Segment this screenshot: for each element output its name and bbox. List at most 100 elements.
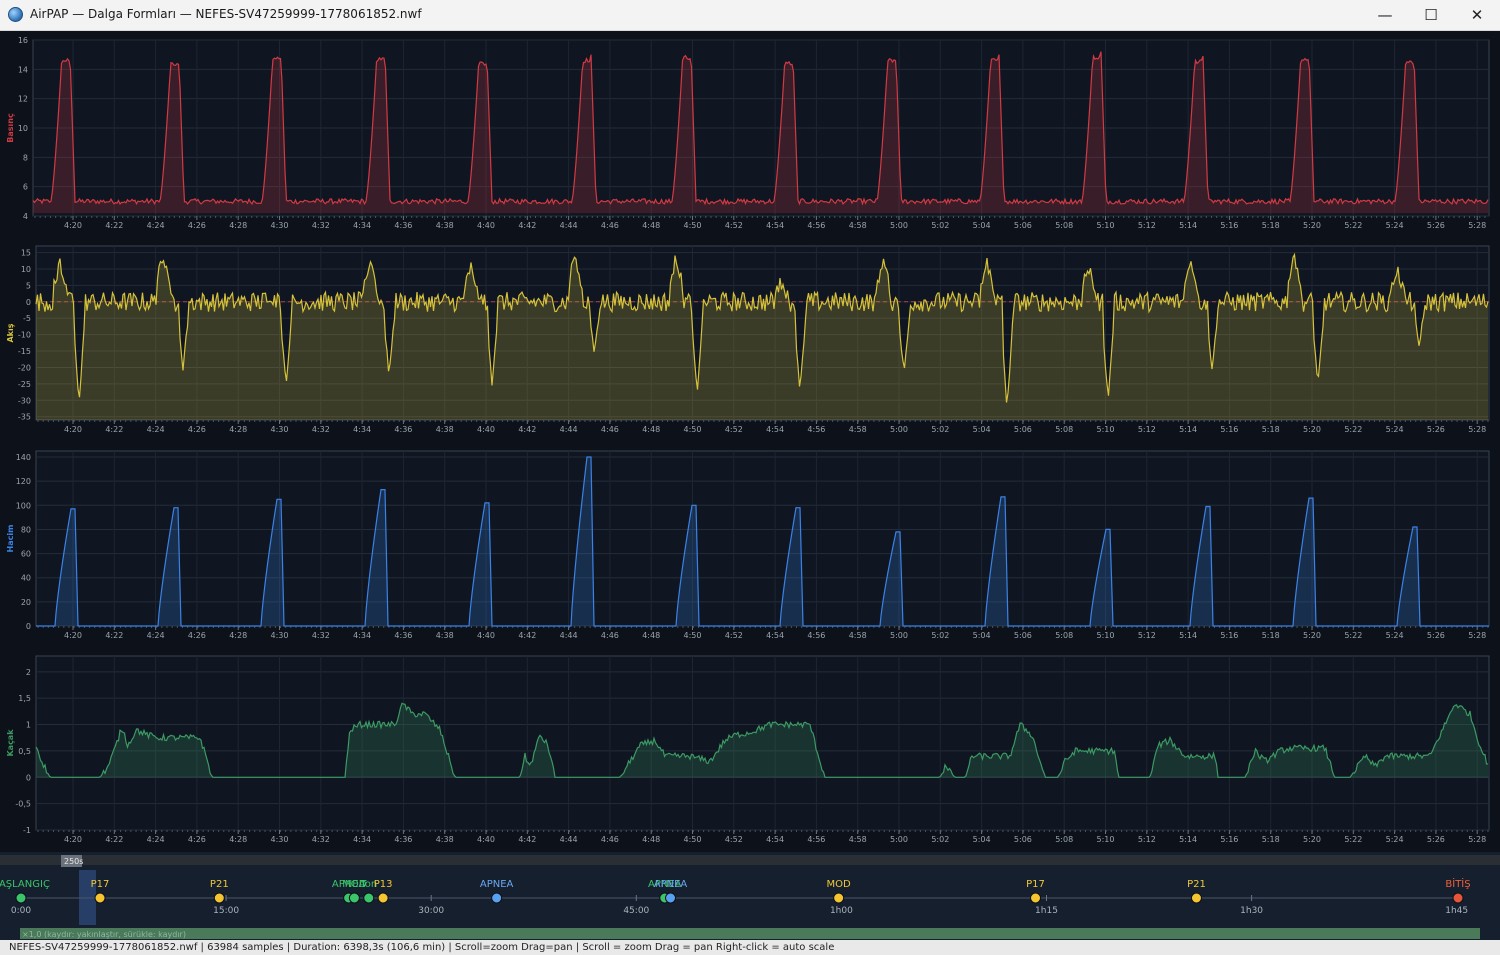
pressure-xtick: 5:08 [1055, 221, 1073, 230]
flow-xtick: 5:14 [1179, 425, 1197, 434]
volume-xtick: 4:42 [518, 631, 536, 640]
flow-xtick: 4:36 [394, 425, 412, 434]
timeline-tick-label: 1h45 [1445, 906, 1468, 916]
timeline-tick-label: 15:00 [213, 906, 239, 916]
timeline-event-marker[interactable] [1030, 892, 1042, 904]
timeline-event-marker[interactable] [377, 892, 389, 904]
timeline-event-marker[interactable] [1190, 892, 1202, 904]
leak-xtick: 5:16 [1220, 835, 1238, 844]
timeline-event-label: P21 [1187, 879, 1206, 890]
timeline-svg[interactable]: 250s 0:00 15:00 30:00 45:00 1h00 1h15 1h30 1h45 B… [0, 852, 1500, 940]
leak-xtick: 4:52 [725, 835, 743, 844]
leak-xtick: 5:06 [1014, 835, 1032, 844]
leak-xtick: 4:42 [518, 835, 536, 844]
volume-xtick: 4:44 [560, 631, 578, 640]
flow-ytick: -20 [18, 363, 31, 372]
flow-xtick: 4:44 [560, 425, 578, 434]
leak-ytick: 1,5 [18, 694, 31, 703]
leak-ytick: 2 [26, 668, 31, 677]
flow-xtick: 5:24 [1386, 425, 1404, 434]
leak-xtick: 5:20 [1303, 835, 1321, 844]
session-timeline[interactable]: 250s 0:00 15:00 30:00 45:00 1h00 1h15 1h30 1h45 B… [0, 852, 1500, 940]
flow-xtick: 5:04 [973, 425, 991, 434]
volume-xtick: 5:12 [1138, 631, 1156, 640]
flow-ylabel: Akış [6, 323, 15, 342]
pressure-xtick: 4:40 [477, 221, 495, 230]
timeline-tick-label: 0:00 [11, 906, 31, 916]
timeline-tick-label: 30:00 [418, 906, 444, 916]
volume-xtick: 5:14 [1179, 631, 1197, 640]
flow-xtick: 4:24 [147, 425, 165, 434]
leak-xtick: 5:04 [973, 835, 991, 844]
timeline-event-marker[interactable] [348, 892, 360, 904]
leak-xtick: 5:10 [1097, 835, 1115, 844]
leak-ytick: 1 [26, 721, 31, 730]
volume-xtick: 4:34 [353, 631, 371, 640]
pressure-xtick: 4:46 [601, 221, 619, 230]
flow-xtick: 5:08 [1055, 425, 1073, 434]
pressure-ylabel: Basınç [6, 113, 15, 143]
timeline-event-marker[interactable] [833, 892, 845, 904]
flow-ytick: -10 [18, 331, 31, 340]
leak-xtick: 4:48 [642, 835, 660, 844]
pressure-xtick: 4:34 [353, 221, 371, 230]
leak-xtick: 5:26 [1427, 835, 1445, 844]
flow-chart[interactable]: -35 -30 -25 -20 -15 -10 -5 0 5 10 15 4:20 4:22 4:24 4:… [0, 236, 1500, 441]
pressure-xtick: 4:44 [560, 221, 578, 230]
leak-xtick: 4:34 [353, 835, 371, 844]
pressure-xtick: 4:42 [518, 221, 536, 230]
leak-svg[interactable]: -1 -0,5 0 0,5 1 1,5 2 4:20 4:22 4:24 4:26 4:28 4:30 4… [0, 646, 1500, 852]
pressure-ytick: 14 [18, 65, 28, 74]
timeline-event-marker[interactable] [491, 892, 503, 904]
volume-xtick: 5:20 [1303, 631, 1321, 640]
flow-xtick: 4:58 [849, 425, 867, 434]
timeline-event-label: P17 [1026, 879, 1045, 890]
leak-xtick: 4:28 [229, 835, 247, 844]
volume-xtick: 4:36 [394, 631, 412, 640]
timeline-event-marker[interactable] [1452, 892, 1464, 904]
pressure-svg[interactable]: 4 6 8 10 12 14 16 4:20 4:22 4:24 4:26 4:28 4:30 4:32 4… [0, 31, 1500, 236]
timeline-event-marker[interactable] [94, 892, 106, 904]
volume-ytick: 140 [16, 453, 31, 462]
volume-xtick: 4:30 [271, 631, 289, 640]
pressure-chart[interactable]: 4 6 8 10 12 14 16 4:20 4:22 4:24 4:26 4:28 4:30 4:32 4… [0, 31, 1500, 236]
volume-xtick: 4:52 [725, 631, 743, 640]
leak-xtick: 5:28 [1468, 835, 1486, 844]
pressure-xtick: 5:14 [1179, 221, 1197, 230]
leak-ytick: 0,5 [18, 747, 31, 756]
timeline-event-marker[interactable] [665, 892, 677, 904]
volume-ytick: 100 [16, 501, 31, 510]
volume-ytick: 80 [21, 525, 31, 534]
timeline-event-marker[interactable] [213, 892, 225, 904]
zoom-hint-text: ×1,0 (kaydır: yakınlaştır, sürükle: kayd… [22, 930, 186, 939]
flow-xtick: 4:48 [642, 425, 660, 434]
timeline-event-label: APNEA [480, 879, 514, 890]
flow-xtick: 5:20 [1303, 425, 1321, 434]
scrubber-track[interactable] [0, 855, 1500, 865]
volume-ytick: 20 [21, 598, 31, 607]
maximize-button[interactable]: ☐ [1408, 0, 1454, 30]
volume-xtick: 5:22 [1344, 631, 1362, 640]
app-icon [8, 7, 23, 22]
minimize-button[interactable]: — [1362, 0, 1408, 30]
leak-xtick: 4:30 [271, 835, 289, 844]
leak-xtick: 4:50 [684, 835, 702, 844]
flow-ytick: 15 [21, 249, 31, 258]
timeline-event-marker[interactable] [15, 892, 27, 904]
timeline-event-marker[interactable] [363, 892, 375, 904]
volume-xtick: 4:26 [188, 631, 206, 640]
leak-xtick: 4:58 [849, 835, 867, 844]
leak-xtick: 5:02 [931, 835, 949, 844]
volume-svg[interactable]: 0 20 40 60 80 100 120 140 4:20 4:22 4:24 4:26 4:28 4:… [0, 441, 1500, 646]
flow-svg[interactable]: -35 -30 -25 -20 -15 -10 -5 0 5 10 15 4:20 4:22 4:24 4:… [0, 236, 1500, 441]
flow-xtick: 4:32 [312, 425, 330, 434]
flow-xtick: 4:54 [766, 425, 784, 434]
volume-chart[interactable]: 0 20 40 60 80 100 120 140 4:20 4:22 4:24 4:26 4:28 4:… [0, 441, 1500, 646]
leak-xtick: 4:56 [807, 835, 825, 844]
pressure-xtick: 4:20 [64, 221, 82, 230]
leak-chart[interactable]: -1 -0,5 0 0,5 1 1,5 2 4:20 4:22 4:24 4:26 4:28 4:30 4… [0, 646, 1500, 852]
pressure-xtick: 5:26 [1427, 221, 1445, 230]
volume-xtick: 4:20 [64, 631, 82, 640]
flow-xtick: 5:28 [1468, 425, 1486, 434]
close-button[interactable]: ✕ [1454, 0, 1500, 30]
